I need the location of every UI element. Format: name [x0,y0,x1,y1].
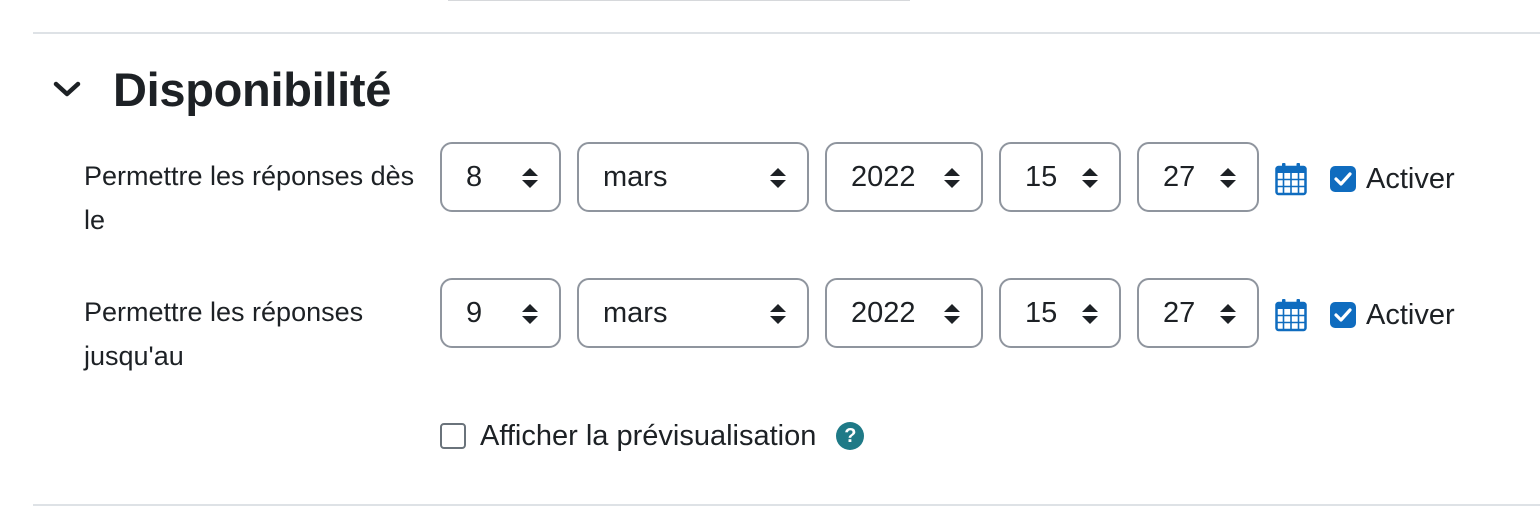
year-value: 2022 [851,297,916,329]
preview-label[interactable]: Afficher la prévisualisation [480,420,816,453]
date-row-close: Permettre les réponses jusqu'au 9 mars 2… [0,278,1540,378]
enable-checkbox[interactable] [1330,166,1356,192]
minute-select[interactable]: 27 [1137,278,1259,348]
sort-arrows-icon [770,168,786,188]
enable-label: Activer [1366,162,1455,195]
month-select[interactable]: mars [577,142,809,212]
hour-select[interactable]: 15 [999,142,1121,212]
day-value: 9 [466,297,483,329]
sort-arrows-icon [770,304,786,324]
enable-checkbox[interactable] [1330,302,1356,328]
month-value: mars [603,297,668,329]
sort-arrows-icon [1220,304,1236,324]
sort-arrows-icon [522,168,538,188]
day-value: 8 [466,161,483,193]
enable-toggle[interactable]: Activer [1330,162,1455,196]
field-label: Permettre les réponses jusqu'au [84,297,364,371]
day-select[interactable]: 9 [440,278,561,348]
minute-value: 27 [1163,297,1196,329]
question-circle-icon[interactable]: ? [836,422,865,450]
section-divider-top [33,32,1540,34]
previous-field-border [448,0,910,1]
section-title: Disponibilité [113,62,392,116]
enable-label: Activer [1366,298,1455,331]
hour-value: 15 [1025,297,1058,329]
calendar-icon[interactable] [1275,162,1307,196]
sort-arrows-icon [1082,304,1098,324]
sort-arrows-icon [522,304,538,324]
field-label: Permettre les réponses dès le [84,161,415,235]
minute-value: 27 [1163,161,1196,193]
section-divider-bottom [33,504,1540,506]
minute-select[interactable]: 27 [1137,142,1259,212]
enable-toggle[interactable]: Activer [1330,298,1455,332]
sort-arrows-icon [1082,168,1098,188]
preview-checkbox[interactable] [440,423,466,449]
month-value: mars [603,161,668,193]
sort-arrows-icon [1220,168,1236,188]
preview-option: Afficher la prévisualisation ? [440,414,865,458]
year-select[interactable]: 2022 [825,278,983,348]
day-select[interactable]: 8 [440,142,561,212]
calendar-icon[interactable] [1275,298,1307,332]
year-select[interactable]: 2022 [825,142,983,212]
form-page: Disponibilité Permettre les réponses dès… [0,0,1540,530]
hour-select[interactable]: 15 [999,278,1121,348]
hour-value: 15 [1025,161,1058,193]
month-select[interactable]: mars [577,278,809,348]
sort-arrows-icon [944,168,960,188]
sort-arrows-icon [944,304,960,324]
year-value: 2022 [851,161,916,193]
section-header-disponibilite[interactable]: Disponibilité [50,56,391,122]
date-row-open: Permettre les réponses dès le 8 mars 202… [0,142,1540,242]
chevron-down-icon[interactable] [50,72,84,106]
